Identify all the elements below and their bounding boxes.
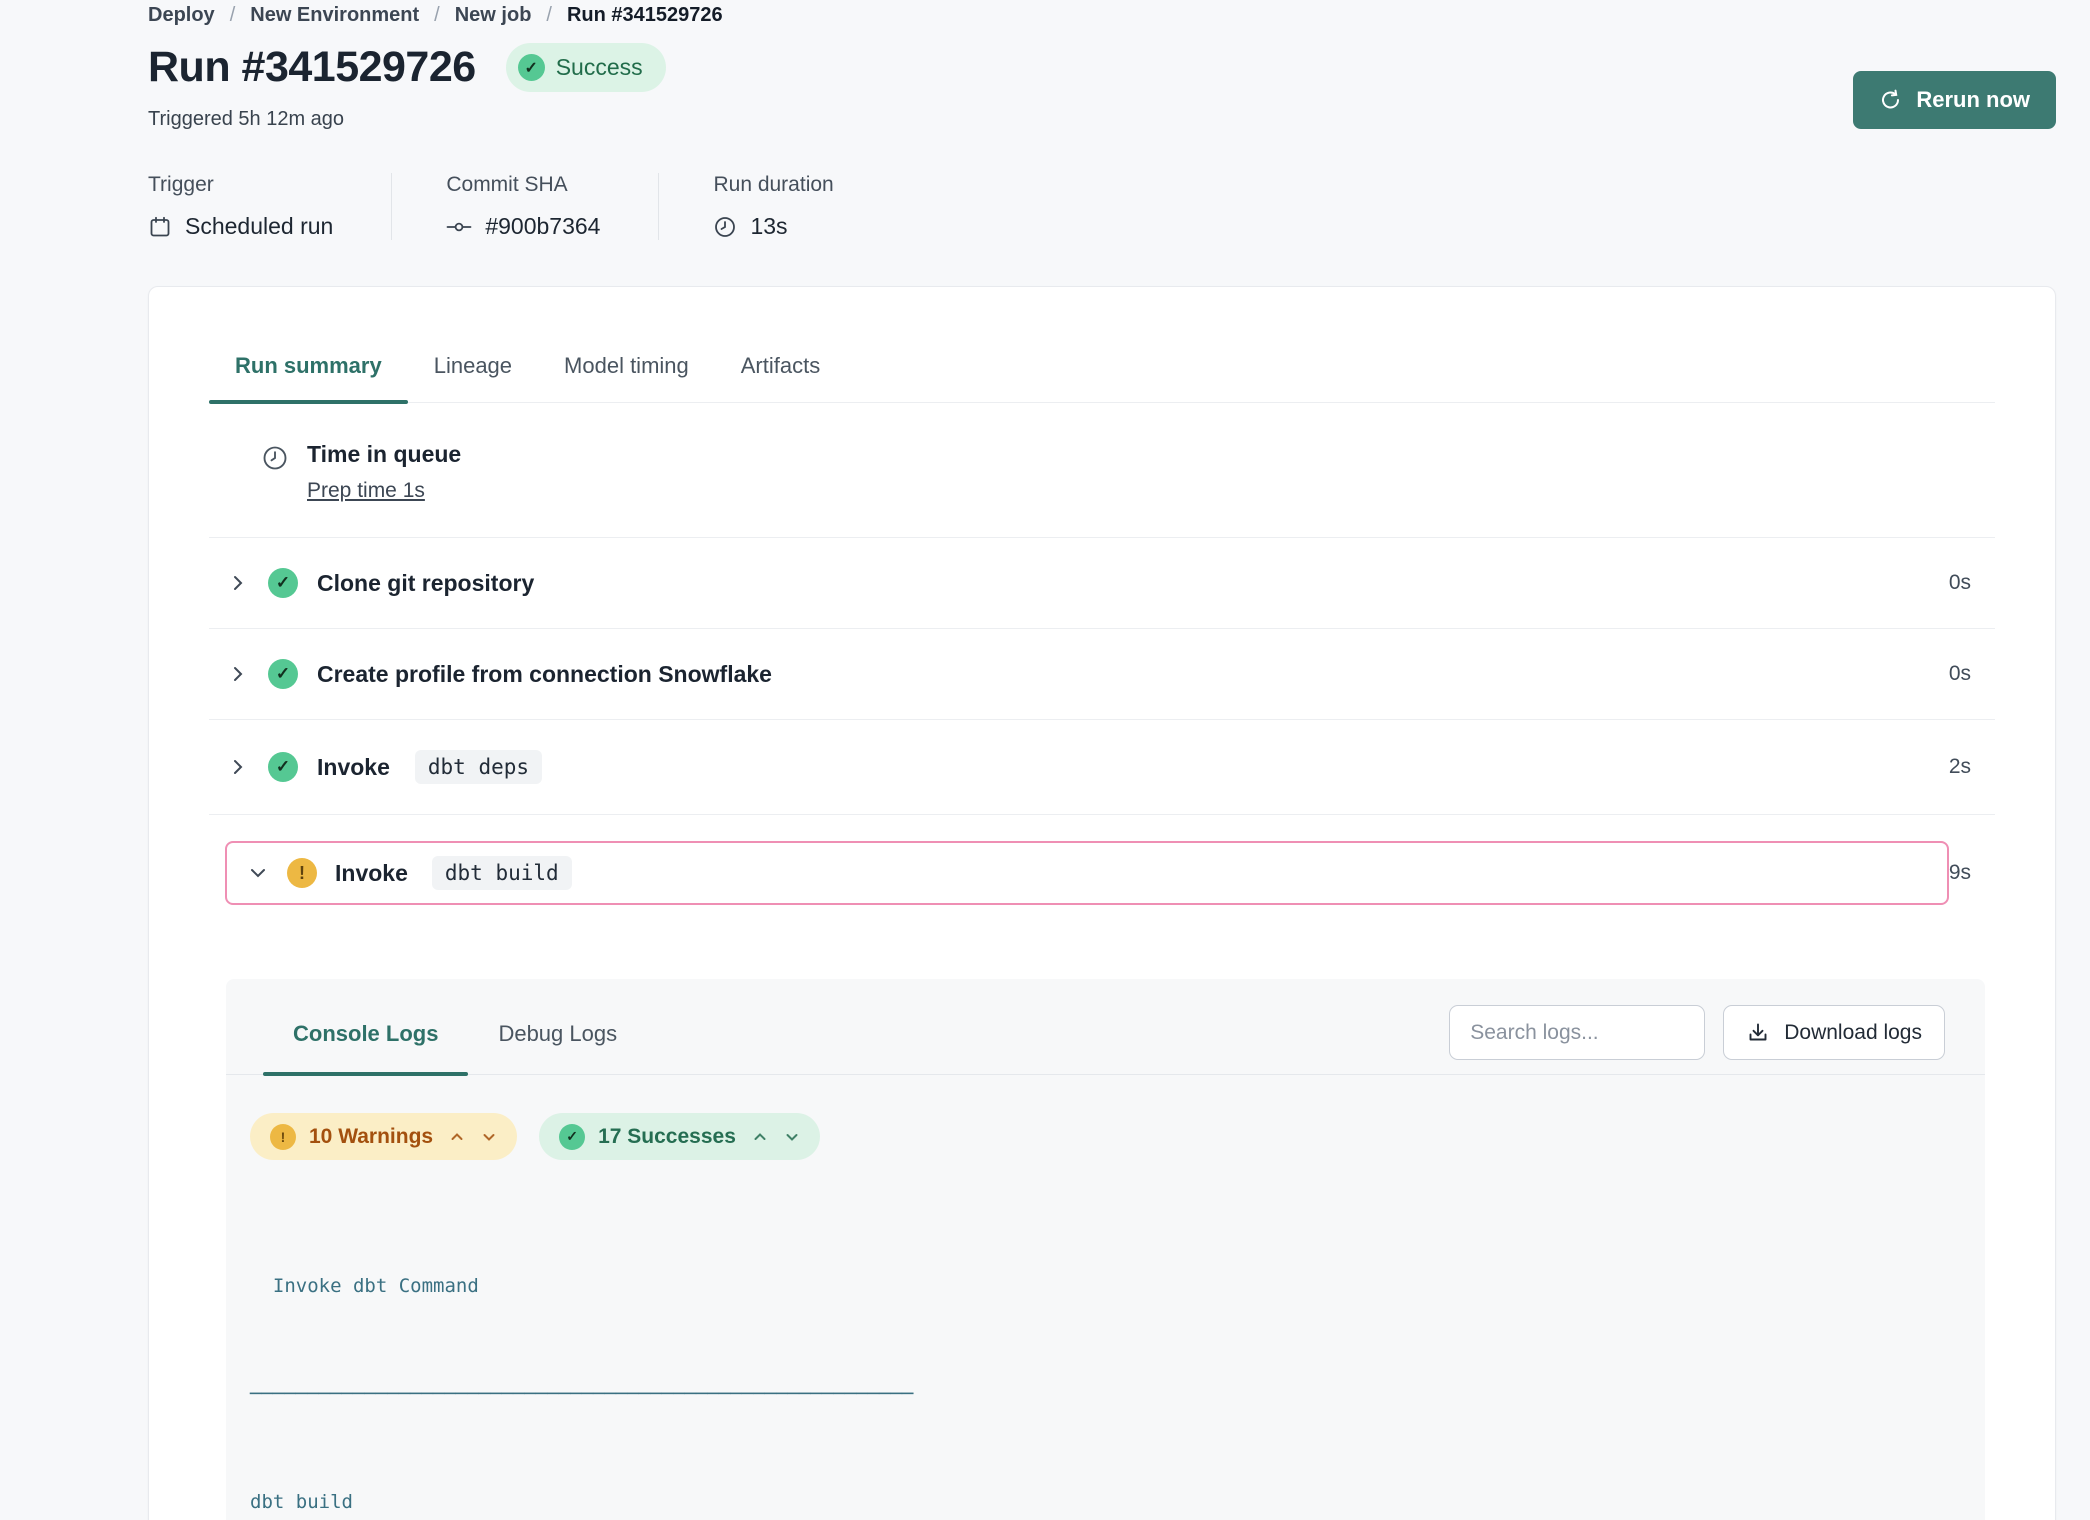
meta-duration-value: 13s	[750, 213, 787, 240]
meta-commit-label: Commit SHA	[446, 173, 600, 197]
step-duration: 0s	[1949, 662, 1995, 686]
step-command-chip: dbt build	[432, 856, 572, 890]
triggered-timestamp: Triggered 5h 12m ago	[148, 108, 666, 131]
header: Run #341529726 ✓ Success Triggered 5h 12…	[148, 43, 2056, 131]
prep-time-link[interactable]: Prep time 1s	[307, 479, 425, 503]
meta-duration-label: Run duration	[713, 173, 833, 197]
time-in-queue-section: Time in queue Prep time 1s	[209, 403, 1995, 538]
tab-lineage[interactable]: Lineage	[408, 353, 538, 402]
chevron-right-icon[interactable]	[227, 664, 249, 684]
warning-icon: !	[270, 1124, 296, 1150]
successes-badge-label: 17 Successes	[598, 1125, 736, 1149]
step-command-chip: dbt deps	[415, 750, 542, 784]
chevron-up-icon[interactable]	[449, 1129, 465, 1145]
meta-trigger-label: Trigger	[148, 173, 333, 197]
step-duration: 2s	[1949, 755, 1995, 779]
search-logs-input[interactable]	[1449, 1005, 1705, 1060]
log-command: dbt build	[250, 1484, 1949, 1520]
chevron-right-icon[interactable]	[227, 573, 249, 593]
step-duration: 9s	[1949, 861, 1995, 885]
step-clone-git-repository[interactable]: ✓ Clone git repository 0s	[209, 538, 1995, 629]
breadcrumb-deploy[interactable]: Deploy	[148, 4, 215, 27]
step-invoke-dbt-build: ! Invoke dbt build 9s	[209, 815, 1995, 931]
run-detail-page: Deploy / New Environment / New job / Run…	[0, 0, 2090, 1520]
meta-duration: Run duration 13s	[658, 173, 891, 240]
step-title: Invoke	[335, 860, 408, 887]
tab-debug-logs[interactable]: Debug Logs	[468, 1005, 647, 1074]
meta-commit: Commit SHA #900b7364	[391, 173, 658, 240]
chevron-right-icon[interactable]	[227, 757, 249, 777]
tab-artifacts[interactable]: Artifacts	[715, 353, 846, 402]
step-duration: 0s	[1949, 571, 1995, 595]
step-success-icon: ✓	[268, 659, 298, 689]
step-title: Invoke	[317, 754, 390, 781]
logs-panel: Console Logs Debug Logs Download logs	[226, 979, 1985, 1520]
log-filter-badges: ! 10 Warnings ✓ 17 Successes	[226, 1075, 1985, 1160]
success-check-icon: ✓	[518, 54, 545, 81]
download-logs-button[interactable]: Download logs	[1723, 1005, 1945, 1060]
page-title: Run #341529726	[148, 43, 476, 92]
calendar-icon	[148, 215, 172, 239]
step-title: Clone git repository	[317, 570, 534, 597]
step-invoke-dbt-build-row[interactable]: ! Invoke dbt build	[225, 841, 1949, 905]
rerun-button-label: Rerun now	[1916, 87, 2030, 113]
step-success-icon: ✓	[268, 568, 298, 598]
breadcrumb-environment[interactable]: New Environment	[250, 4, 419, 27]
chevron-down-icon[interactable]	[481, 1129, 497, 1145]
console-log-output: Invoke dbt Command ─────────────────────…	[250, 1196, 1949, 1520]
status-badge-label: Success	[556, 54, 643, 81]
breadcrumb-current-run: Run #341529726	[567, 4, 723, 27]
log-command-title: Invoke dbt Command	[250, 1268, 1949, 1304]
commit-icon	[446, 215, 472, 239]
step-success-icon: ✓	[268, 752, 298, 782]
run-metadata: Trigger Scheduled run Commit SHA	[148, 173, 2056, 240]
breadcrumb-separator: /	[230, 4, 236, 27]
tab-run-summary[interactable]: Run summary	[209, 353, 408, 402]
step-create-profile[interactable]: ✓ Create profile from connection Snowfla…	[209, 629, 1995, 720]
success-check-icon: ✓	[559, 1124, 585, 1150]
download-logs-label: Download logs	[1784, 1021, 1922, 1045]
tab-model-timing[interactable]: Model timing	[538, 353, 715, 402]
chevron-up-icon[interactable]	[752, 1129, 768, 1145]
clock-icon	[713, 215, 737, 239]
warnings-badge-label: 10 Warnings	[309, 1125, 433, 1149]
step-warning-icon: !	[287, 858, 317, 888]
run-summary-card: Run summary Lineage Model timing Artifac…	[148, 286, 2056, 1520]
run-tabs: Run summary Lineage Model timing Artifac…	[209, 287, 1995, 403]
tab-console-logs[interactable]: Console Logs	[263, 1005, 468, 1074]
log-divider: ────────────────────────────────────────…	[250, 1376, 1949, 1412]
queue-clock-icon	[261, 441, 289, 503]
breadcrumb-separator: /	[434, 4, 440, 27]
warnings-badge[interactable]: ! 10 Warnings	[250, 1113, 517, 1160]
meta-trigger: Trigger Scheduled run	[148, 173, 391, 240]
successes-badge[interactable]: ✓ 17 Successes	[539, 1113, 820, 1160]
breadcrumb-separator: /	[546, 4, 552, 27]
chevron-down-icon[interactable]	[247, 863, 269, 883]
meta-commit-value: #900b7364	[485, 213, 600, 240]
breadcrumb-job[interactable]: New job	[455, 4, 532, 27]
rerun-icon	[1879, 88, 1903, 112]
meta-trigger-value: Scheduled run	[185, 213, 333, 240]
queue-title: Time in queue	[307, 441, 461, 468]
breadcrumb: Deploy / New Environment / New job / Run…	[148, 4, 2056, 27]
step-invoke-dbt-deps[interactable]: ✓ Invoke dbt deps 2s	[209, 720, 1995, 815]
step-title: Create profile from connection Snowflake	[317, 661, 772, 688]
logs-actions: Download logs	[1449, 1005, 1945, 1060]
chevron-down-icon[interactable]	[784, 1129, 800, 1145]
status-badge: ✓ Success	[506, 43, 666, 92]
logs-header: Console Logs Debug Logs Download logs	[226, 979, 1985, 1075]
rerun-now-button[interactable]: Rerun now	[1853, 71, 2056, 129]
download-icon	[1746, 1021, 1770, 1045]
